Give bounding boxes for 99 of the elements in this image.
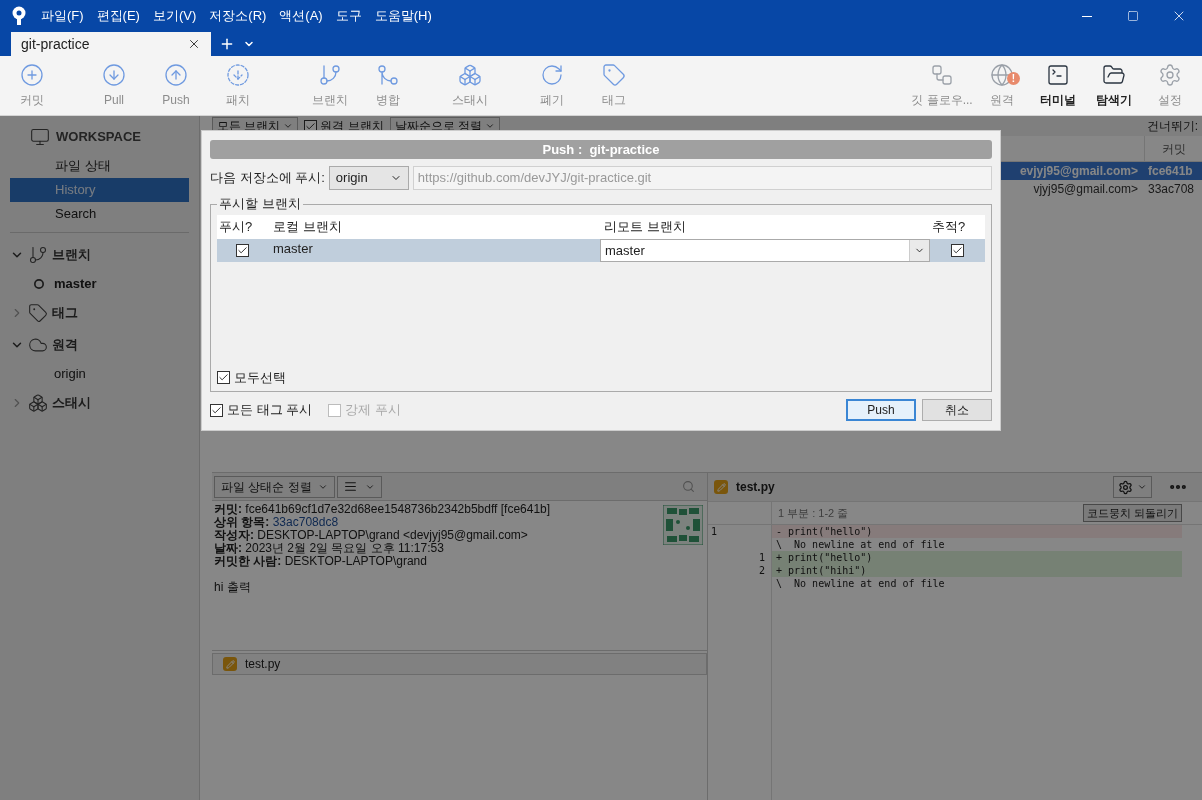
pencil-icon xyxy=(714,480,728,494)
sidebar-item[interactable]: 파일 상태 xyxy=(10,154,189,178)
sidebar-section[interactable]: 원격 xyxy=(10,329,189,361)
menu-item[interactable]: 편집(E) xyxy=(96,6,140,26)
terminal-icon xyxy=(1046,62,1070,87)
warning-badge: ! xyxy=(1007,71,1020,85)
menu-item[interactable]: 도구 xyxy=(335,6,362,26)
column-header: 추적? xyxy=(931,218,967,237)
commit-detail-line: 작성자: DESKTOP-LAPTOP\grand <devjyj95@gmail.com> xyxy=(214,529,529,542)
url-field[interactable]: https://github.com/devJYJ/git-practice.git xyxy=(412,165,992,190)
list-icon xyxy=(343,480,357,493)
revert-hunk-button[interactable]: 코드뭉치 되돌리기 xyxy=(1082,504,1182,522)
check-icon xyxy=(218,371,229,383)
repo-tab[interactable]: git-practice xyxy=(11,32,211,56)
globe-icon xyxy=(990,62,1014,87)
checkbox-label: 모든 태그 푸시 xyxy=(227,401,313,420)
toolbar-button[interactable]: 터미널 xyxy=(1032,57,1084,114)
check-icon xyxy=(236,245,248,256)
checkbox-label: 모두선택 xyxy=(234,368,286,387)
merge-icon xyxy=(376,62,400,87)
diff-file-name: test.py xyxy=(736,479,775,496)
check-icon xyxy=(305,120,317,132)
branch-icon xyxy=(28,245,48,265)
branch-row[interactable]: master master xyxy=(217,239,985,262)
checkbox[interactable] xyxy=(235,244,249,257)
menu-item[interactable]: 저장소(R) xyxy=(209,6,267,26)
app-logo-icon xyxy=(11,6,27,26)
sidebar-item[interactable]: master xyxy=(10,271,189,297)
chevron-down-icon xyxy=(283,121,294,131)
chevron-down-icon xyxy=(1137,482,1147,492)
tag-icon xyxy=(602,62,626,87)
chevron-down-icon xyxy=(485,121,496,131)
checkbox[interactable] xyxy=(217,370,230,384)
settings-icon xyxy=(1118,479,1133,495)
stash-icon xyxy=(28,393,48,413)
commit-detail-line: 커밋: fce641b69cf1d7e32d68ee1548736b2342b5bdff [fce641b] xyxy=(214,503,552,516)
column-header: 푸시? xyxy=(218,218,254,237)
file-sort-dropdown[interactable]: 파일 상태순 정렬 xyxy=(214,475,335,498)
folder-icon xyxy=(1102,62,1126,87)
menu-item[interactable]: 액션(A) xyxy=(279,6,323,26)
dialog-title: Push : git-practice xyxy=(210,140,992,159)
sidebar-section[interactable]: 브랜치 xyxy=(10,239,189,271)
menu-item[interactable]: 보기(V) xyxy=(152,6,197,26)
pencil-icon xyxy=(223,657,237,671)
dialog-button[interactable]: Push xyxy=(846,399,916,421)
check-icon xyxy=(211,404,222,416)
current-branch-icon xyxy=(34,279,44,289)
checkbox-label: 강제 푸시 xyxy=(345,401,401,420)
line-number: 2 xyxy=(758,565,765,576)
sidebar-item[interactable]: Search xyxy=(10,202,189,226)
commit-detail-line: 상위 항목: 33ac708dc8 xyxy=(214,516,340,529)
menu-item[interactable]: 도움말(H) xyxy=(374,6,432,26)
hunk-header: 1 부분 : 1-2 줄 xyxy=(777,505,849,521)
field-label: 다음 저장소에 푸시: xyxy=(210,168,325,187)
sidebar-section[interactable]: 스태시 xyxy=(10,387,189,419)
down-arrow-circle-icon xyxy=(102,62,126,87)
up-arrow-circle-icon xyxy=(164,62,188,87)
commit-message: hi 출력 xyxy=(214,581,252,594)
new-tab-icon[interactable] xyxy=(219,36,235,52)
branch-icon xyxy=(318,62,342,87)
jump-label: 건너뛰기: xyxy=(1146,118,1198,135)
local-branch: master xyxy=(272,240,314,258)
maximize-icon xyxy=(1127,10,1139,22)
rotate-icon xyxy=(540,62,564,87)
view-mode-dropdown[interactable] xyxy=(336,475,382,498)
checkbox[interactable] xyxy=(210,403,223,417)
minimize-icon xyxy=(1082,15,1092,17)
file-row[interactable]: test.py xyxy=(212,653,707,675)
monitor-icon xyxy=(30,127,50,147)
remote-branch-select[interactable]: master xyxy=(600,239,930,262)
column-header: 리모트 브랜치 xyxy=(603,218,687,237)
plus-circle-icon xyxy=(20,62,44,87)
diff-settings-dropdown[interactable] xyxy=(1113,476,1152,498)
column-header: 로컬 브랜치 xyxy=(272,218,343,237)
close-tab-icon[interactable] xyxy=(187,37,201,51)
group-title: 푸시할 브랜치 xyxy=(217,196,303,212)
flow-icon xyxy=(930,62,954,87)
toolbar-button[interactable]: 탐색기 xyxy=(1088,57,1140,114)
workspace-heading: WORKSPACE xyxy=(56,128,141,147)
line-number: 1 xyxy=(758,552,765,563)
settings-icon xyxy=(1158,62,1182,87)
dialog-button[interactable]: 취소 xyxy=(922,399,992,421)
check-icon xyxy=(952,245,963,256)
avatar-icon xyxy=(663,505,703,545)
checkbox[interactable] xyxy=(951,244,964,257)
checkbox-label: 원격 브랜치 xyxy=(320,118,384,135)
commit-detail-line: 날짜: 2023년 2월 2일 목요일 오후 11:17:53 xyxy=(214,542,444,555)
line-number: 1 xyxy=(711,526,718,537)
menu-item[interactable]: 파일(F) xyxy=(41,6,84,26)
tag-icon xyxy=(28,303,48,323)
commit-detail-line: 커밋한 사람: DESKTOP-LAPTOP\grand xyxy=(214,555,428,568)
sidebar-item[interactable]: origin xyxy=(10,361,189,387)
sidebar-section[interactable]: 태그 xyxy=(10,297,189,329)
remote-select[interactable]: origin xyxy=(328,165,409,190)
diff-line: \ No newline at end of file xyxy=(775,577,946,590)
stash-icon xyxy=(458,62,482,87)
column-header: 커밋 xyxy=(1144,136,1202,161)
diff-line: \ No newline at end of file xyxy=(775,538,946,551)
sidebar-item[interactable]: History xyxy=(10,178,189,202)
